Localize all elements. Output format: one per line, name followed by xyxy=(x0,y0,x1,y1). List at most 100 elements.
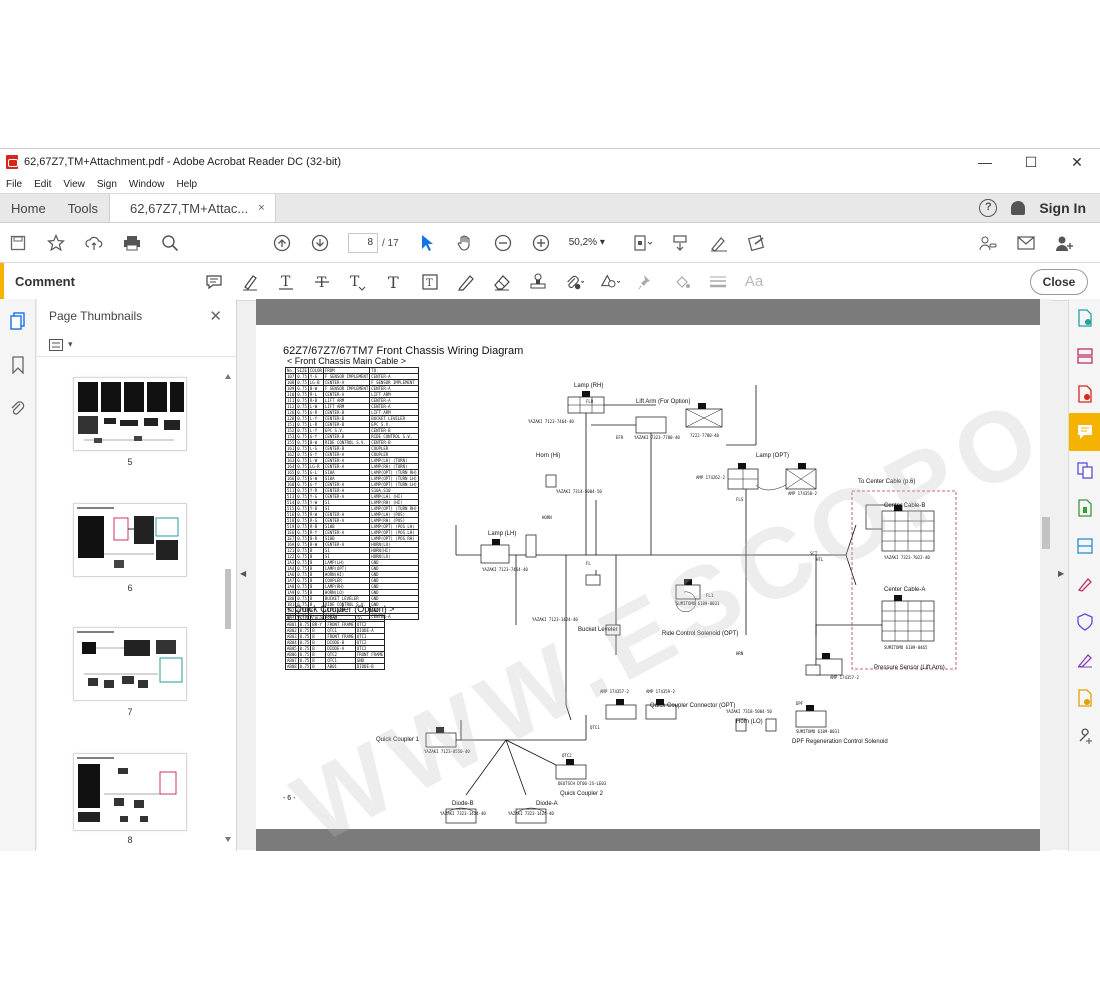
pn-diode-b: YAZAKI 7323-1424-40 xyxy=(440,811,486,816)
line-weight-icon[interactable] xyxy=(708,272,728,292)
highlight-icon[interactable] xyxy=(240,272,260,292)
thumbnails-scrollbar[interactable] xyxy=(224,369,232,849)
bookmark-icon[interactable] xyxy=(0,343,36,387)
label-bucket-leveler: Bucket Leveler xyxy=(578,627,618,633)
text-box-icon[interactable]: T xyxy=(420,272,440,292)
label-to-center: To Center Cable (p.6) xyxy=(858,479,916,485)
zoom-in-icon[interactable] xyxy=(531,233,551,253)
page-thumbnails-icon[interactable] xyxy=(0,299,36,343)
label-dpf: DPF Regeneration Control Solenoid xyxy=(792,739,888,745)
conn-code: FL xyxy=(586,561,591,566)
zoom-out-icon[interactable] xyxy=(493,233,513,253)
notification-bell-icon[interactable] xyxy=(1011,201,1026,215)
pn-center-b: YAZAKI 7323-7022-40 xyxy=(884,555,930,560)
zoom-level-select[interactable]: 50,2% ▾ xyxy=(569,233,621,253)
next-page-icon[interactable] xyxy=(310,233,330,253)
page-thumbnail-label: 7 xyxy=(127,707,133,717)
select-cursor-icon[interactable] xyxy=(417,233,437,253)
fill-color-icon[interactable] xyxy=(672,272,692,292)
conn-code: FLS xyxy=(736,497,744,502)
more-tools-icon[interactable] xyxy=(1069,717,1100,755)
tab-home[interactable]: Home xyxy=(0,194,57,222)
expand-right-panel-arrow-icon[interactable]: ▶ xyxy=(1058,569,1064,578)
menu-file[interactable]: File xyxy=(6,179,22,190)
pn-lift-arm: YAZAKI 7323-7780-40 xyxy=(634,435,680,440)
close-comment-button[interactable]: Close xyxy=(1030,269,1088,295)
add-user-icon[interactable] xyxy=(1054,233,1074,253)
add-text-icon[interactable]: T xyxy=(384,272,404,292)
scrollbar-thumb[interactable] xyxy=(1042,517,1050,549)
combine-files-icon[interactable] xyxy=(1069,451,1100,489)
thumbnail-options-menu[interactable]: ▾ xyxy=(37,333,236,357)
print-icon[interactable] xyxy=(122,233,142,253)
pn-pressure-sensor: AMP 174357-2 xyxy=(830,675,859,680)
protect-icon[interactable] xyxy=(1069,603,1100,641)
menu-sign[interactable]: Sign xyxy=(97,179,117,190)
menu-window[interactable]: Window xyxy=(129,179,165,190)
conn-code: HORN xyxy=(542,515,552,520)
help-icon[interactable]: ? xyxy=(979,199,998,217)
tab-tools[interactable]: Tools xyxy=(57,194,109,222)
strikethrough-icon[interactable]: T xyxy=(312,272,332,292)
export-pdf-icon[interactable] xyxy=(1069,299,1100,337)
sign-in-button[interactable]: Sign In xyxy=(1039,200,1086,216)
collapse-panel-arrow-icon[interactable]: ◀ xyxy=(240,569,246,578)
eraser-icon[interactable] xyxy=(492,272,512,292)
page-thumbnail-6[interactable] xyxy=(73,503,187,577)
comment-tool-icon[interactable] xyxy=(1069,413,1100,451)
previous-page-icon[interactable] xyxy=(272,233,292,253)
shapes-icon[interactable] xyxy=(600,272,620,292)
close-panel-icon[interactable]: ✕ xyxy=(209,307,222,325)
hand-tool-icon[interactable] xyxy=(455,233,475,253)
window-title: 62,67Z7,TM+Attachment.pdf - Adobe Acroba… xyxy=(24,156,342,168)
tab-document[interactable]: 62,67Z7,TM+Attac... × xyxy=(109,194,276,222)
request-signature-icon[interactable] xyxy=(1069,641,1100,679)
text-properties-icon[interactable]: Aa xyxy=(744,272,764,292)
star-icon[interactable] xyxy=(46,233,66,253)
scan-ocr-icon[interactable] xyxy=(1069,527,1100,565)
upload-cloud-icon[interactable] xyxy=(84,233,104,253)
save-icon[interactable] xyxy=(8,233,28,253)
send-for-review-icon[interactable] xyxy=(1069,679,1100,717)
menu-help[interactable]: Help xyxy=(176,179,197,190)
close-window-button[interactable]: ✕ xyxy=(1054,154,1100,171)
page-number-input[interactable]: 8 xyxy=(348,233,378,253)
maximize-button[interactable]: ☐ xyxy=(1008,154,1054,171)
organize-pages-icon[interactable] xyxy=(1069,337,1100,375)
stamp-icon[interactable] xyxy=(528,272,548,292)
create-pdf-icon[interactable] xyxy=(1069,375,1100,413)
attachments-icon[interactable] xyxy=(0,387,36,431)
pn-dpf: SUMITOMO 6189-0031 xyxy=(796,729,840,734)
label-diode-b: Diode-B xyxy=(452,801,474,807)
share-link-icon[interactable] xyxy=(978,233,998,253)
menu-edit[interactable]: Edit xyxy=(34,179,51,190)
page-thumbnail-7[interactable] xyxy=(73,627,187,701)
page-thumbnail-5[interactable] xyxy=(73,377,187,451)
minimize-button[interactable]: — xyxy=(962,154,1008,170)
page-thumbnail-label: 8 xyxy=(127,835,133,845)
scroll-mode-icon[interactable] xyxy=(671,233,691,253)
tab-close-icon[interactable]: × xyxy=(258,202,264,214)
sign-pen-icon[interactable] xyxy=(709,233,729,253)
sticky-note-icon[interactable] xyxy=(204,272,224,292)
fill-sign-icon[interactable] xyxy=(747,233,767,253)
svg-text:T: T xyxy=(426,278,433,289)
compress-pdf-icon[interactable] xyxy=(1069,489,1100,527)
document-vertical-scrollbar[interactable] xyxy=(1040,299,1052,851)
svg-text:T: T xyxy=(281,274,291,290)
pin-icon[interactable] xyxy=(636,272,656,292)
page-thumbnail-8[interactable] xyxy=(73,753,187,831)
attach-file-icon[interactable] xyxy=(564,272,584,292)
email-icon[interactable] xyxy=(1016,233,1036,253)
search-icon[interactable] xyxy=(160,233,180,253)
pn-ride-control: SUMITOMO 6189-0031 xyxy=(676,601,720,606)
replace-text-icon[interactable]: T xyxy=(348,272,368,292)
menu-view[interactable]: View xyxy=(63,179,85,190)
label-horn-lo: Horn (LO) xyxy=(736,719,763,725)
thumbnails-header: Page Thumbnails ✕ xyxy=(37,299,236,333)
fill-and-sign-icon[interactable] xyxy=(1069,565,1100,603)
underline-text-icon[interactable]: T xyxy=(276,272,296,292)
pencil-icon[interactable] xyxy=(456,272,476,292)
svg-text:T: T xyxy=(350,274,360,290)
page-fit-icon[interactable] xyxy=(633,233,653,253)
